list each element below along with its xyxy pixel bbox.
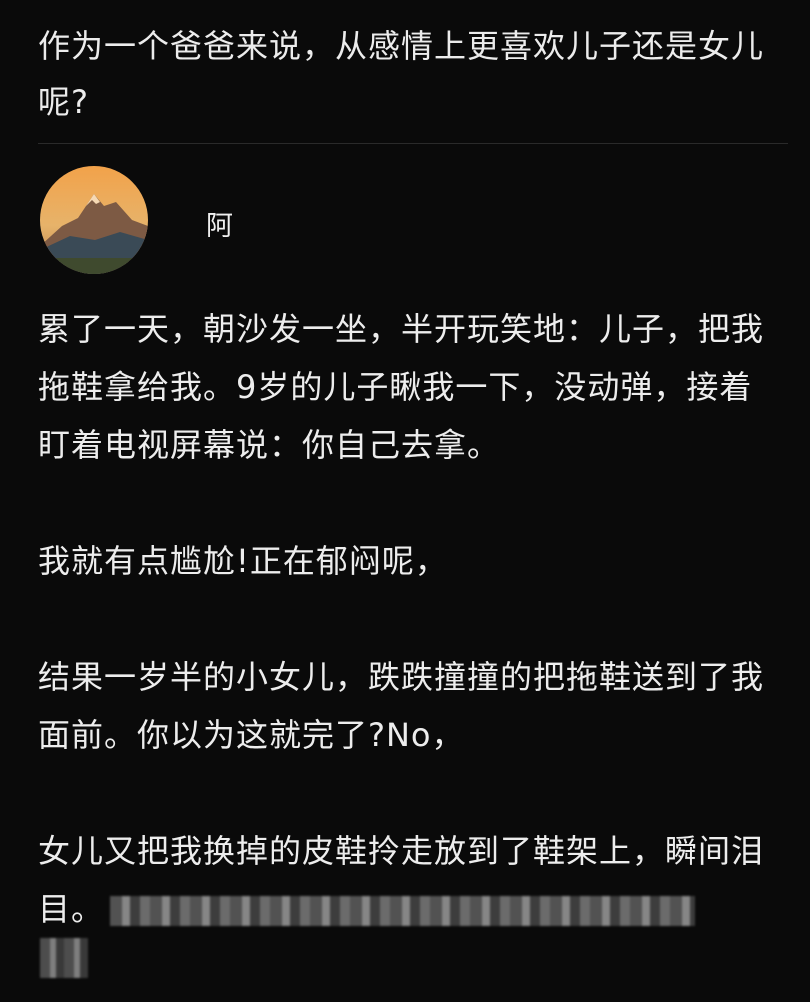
divider: [38, 143, 788, 144]
mosaic-censored-text: [40, 938, 88, 978]
author-name[interactable]: 阿: [206, 204, 234, 243]
author-row[interactable]: 阿: [40, 166, 740, 276]
mountain-avatar-image: [40, 166, 148, 274]
avatar[interactable]: [40, 166, 148, 274]
mosaic-censored-text: [110, 896, 696, 926]
answer-paragraph: 我就有点尴尬!正在郁闷呢，: [38, 542, 448, 580]
question-title[interactable]: 作为一个爸爸来说，从感情上更喜欢儿子还是女儿呢?: [38, 18, 778, 130]
answer-paragraph: 结果一岁半的小女儿，跌跌撞撞的把拖鞋送到了我面前。你以为这就完了?No，: [38, 658, 765, 754]
answer-body: 累了一天，朝沙发一坐，半开玩笑地：儿子，把我拖鞋拿给我。9岁的儿子瞅我一下，没动…: [38, 300, 783, 938]
answer-paragraph-last: 女儿又把我换掉的皮鞋拎走放到了鞋架上，瞬间泪目。: [38, 822, 783, 938]
answer-paragraph: 累了一天，朝沙发一坐，半开玩笑地：儿子，把我拖鞋拿给我。9岁的儿子瞅我一下，没动…: [38, 310, 765, 464]
